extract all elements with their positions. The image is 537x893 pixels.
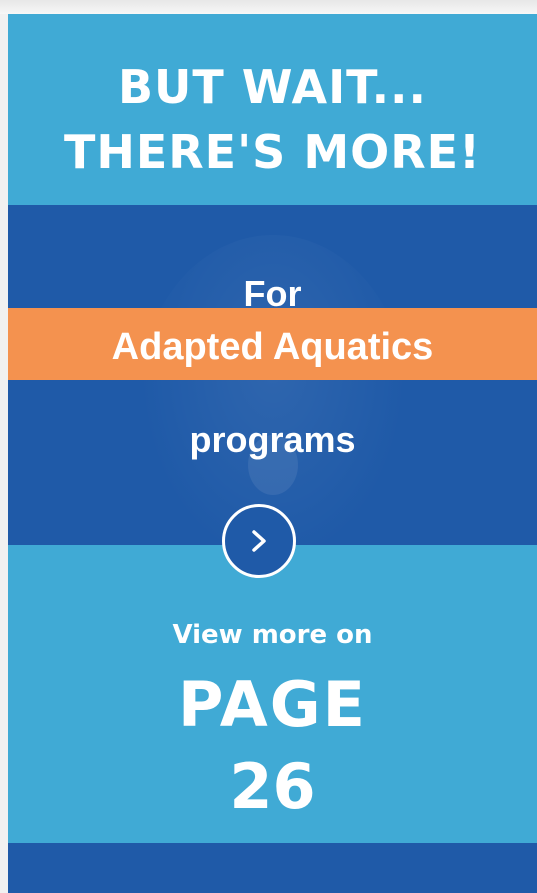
highlight-text: Adapted Aquatics (111, 326, 434, 368)
page-word: PAGE (178, 668, 367, 741)
page: BUT WAIT... THERE'S MORE! For Adapted Aq… (0, 0, 537, 893)
view-more-text: View more on (172, 620, 373, 650)
headline-line-1: BUT WAIT... (117, 60, 427, 114)
bottom-band (8, 843, 537, 893)
top-strip (0, 0, 537, 14)
chevron-right-icon (252, 530, 266, 552)
programs-text: programs (189, 419, 356, 460)
page-number: 26 (229, 750, 316, 823)
for-text: For (243, 273, 302, 314)
promo-card: BUT WAIT... THERE'S MORE! For Adapted Aq… (8, 14, 537, 893)
next-button[interactable] (222, 504, 296, 578)
headline-line-2: THERE'S MORE! (63, 125, 482, 179)
